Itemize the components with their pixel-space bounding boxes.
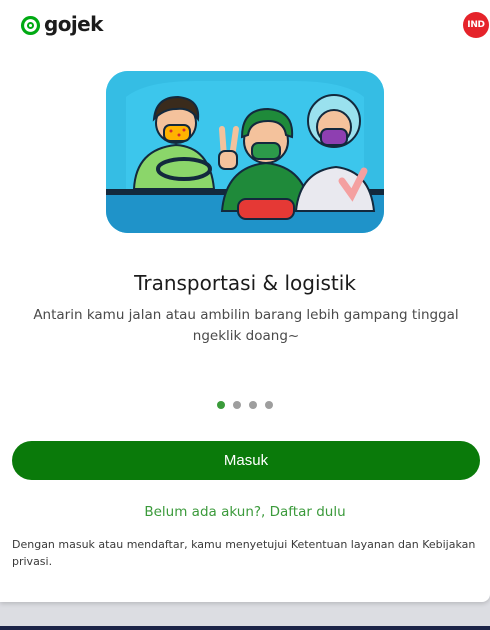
logo-wordmark: gojek — [44, 11, 103, 36]
terms-notice: Dengan masuk atau mendaftar, kamu menyet… — [12, 538, 476, 568]
onboarding-sheet: gojek IND Transportasi & logistik Antari… — [0, 0, 490, 602]
pagination-dot-2[interactable] — [233, 401, 241, 409]
carousel-pagination — [217, 401, 273, 409]
slide-title: Transportasi & logistik — [134, 271, 356, 295]
language-badge[interactable]: IND — [463, 12, 489, 38]
gojek-logo: gojek — [20, 13, 103, 37]
login-button[interactable]: Masuk — [12, 441, 480, 480]
gojek-logo-icon — [20, 15, 41, 35]
pagination-dot-4[interactable] — [265, 401, 273, 409]
bottom-strip — [0, 626, 490, 630]
riders-illustration — [106, 71, 384, 233]
signup-link[interactable]: Belum ada akun?, Daftar dulu — [0, 502, 490, 522]
slide-description: Antarin kamu jalan atau ambilin barang l… — [33, 307, 459, 344]
pagination-dot-3[interactable] — [249, 401, 257, 409]
pagination-dot-1[interactable] — [217, 401, 225, 409]
